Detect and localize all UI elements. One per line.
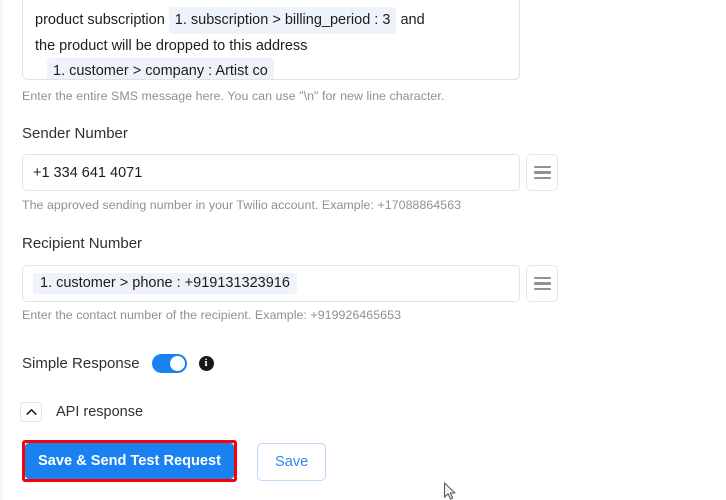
chevron-up-icon[interactable] [20, 402, 42, 422]
merge-token-customer-phone[interactable]: 1. customer > phone : +919131323916 [33, 273, 297, 294]
recipient-number-label: Recipient Number [22, 235, 142, 252]
sender-number-input[interactable]: +1 334 641 4071 [22, 154, 520, 191]
panel-left-edge-line [2, 0, 3, 500]
mouse-cursor-icon [443, 482, 457, 500]
hamburger-bar-2 [534, 171, 551, 174]
hamburger-bar-1 [534, 277, 551, 280]
sms-action-settings-panel: product subscription 1. subscription > b… [0, 0, 726, 500]
recipient-number-hamburger-icon[interactable] [526, 265, 558, 302]
recipient-number-help-text: Enter the contact number of the recipien… [22, 308, 401, 322]
sender-number-row: +1 334 641 4071 [22, 154, 558, 191]
api-response-label: API response [56, 404, 143, 420]
sms-message-textarea[interactable]: product subscription 1. subscription > b… [22, 0, 520, 80]
simple-response-label: Simple Response [22, 355, 140, 372]
save-and-send-test-request-button[interactable]: Save & Send Test Request [25, 443, 234, 479]
message-line-1-suffix: and [400, 12, 424, 28]
simple-response-toggle[interactable] [152, 354, 187, 373]
merge-token-customer-company[interactable]: 1. customer > company : Artist co [47, 58, 274, 80]
api-response-accordion[interactable]: API response [20, 402, 143, 422]
sender-number-help-text: The approved sending number in your Twil… [22, 198, 461, 212]
message-line-2: the product will be dropped to this addr… [35, 34, 507, 58]
hamburger-bar-2 [534, 282, 551, 285]
recipient-number-row: 1. customer > phone : +919131323916 [22, 265, 558, 302]
action-buttons: Save & Send Test Request Save [22, 440, 326, 482]
sender-number-label: Sender Number [22, 125, 128, 142]
merge-token-billing-period[interactable]: 1. subscription > billing_period : 3 [169, 7, 397, 34]
hamburger-bar-3 [534, 177, 551, 180]
sender-number-hamburger-icon[interactable] [526, 154, 558, 191]
simple-response-row: Simple Response i [22, 354, 214, 373]
hamburger-bar-1 [534, 166, 551, 169]
sender-number-value: +1 334 641 4071 [33, 165, 142, 181]
save-button[interactable]: Save [257, 443, 326, 481]
info-icon[interactable]: i [199, 356, 214, 371]
message-line-1: product subscription 1. subscription > b… [35, 7, 507, 34]
primary-button-highlight: Save & Send Test Request [22, 440, 237, 482]
message-line-3: 1. customer > company : Artist co [35, 58, 507, 80]
hamburger-bar-3 [534, 288, 551, 291]
message-line-1-prefix: product subscription [35, 12, 165, 28]
sms-message-help-text: Enter the entire SMS message here. You c… [22, 89, 444, 103]
recipient-number-input[interactable]: 1. customer > phone : +919131323916 [22, 265, 520, 302]
toggle-knob [170, 356, 185, 371]
